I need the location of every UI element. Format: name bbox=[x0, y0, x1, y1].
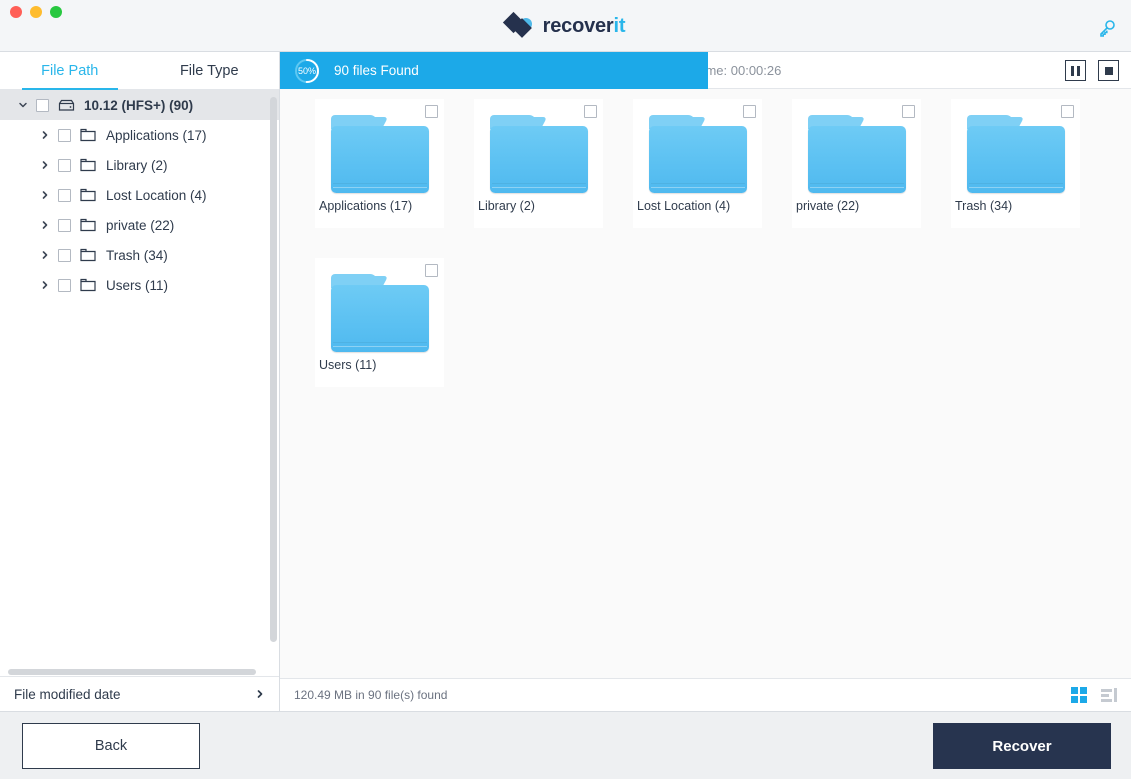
checkbox-applications[interactable] bbox=[58, 128, 71, 142]
list-view-icon[interactable] bbox=[1101, 687, 1117, 703]
footer-bar: Back Recover bbox=[0, 711, 1131, 779]
tree-row-users[interactable]: Users (11) bbox=[0, 270, 279, 300]
folder-icon bbox=[966, 115, 1065, 193]
tree-label-root-drive: 10.12 (HFS+) (90) bbox=[84, 97, 194, 113]
progress-ring-icon: 50% bbox=[294, 58, 320, 84]
sidebar-vertical-scrollbar[interactable] bbox=[270, 97, 277, 642]
file-card[interactable]: Applications (17) bbox=[315, 99, 444, 228]
tab-file-type[interactable]: File Type bbox=[140, 52, 280, 89]
files-found-label: 90 files Found bbox=[334, 63, 419, 78]
file-name-label: Applications (17) bbox=[319, 199, 413, 213]
stop-scan-button[interactable] bbox=[1098, 60, 1119, 81]
folder-icon bbox=[79, 128, 97, 142]
file-modified-date-filter[interactable]: File modified date bbox=[0, 676, 279, 711]
pause-scan-button[interactable] bbox=[1065, 60, 1086, 81]
left-sidebar: File Path File Type 10.12 (HFS+) (90) Ap… bbox=[0, 52, 280, 711]
recover-button[interactable]: Recover bbox=[933, 723, 1111, 769]
logo-text-primary: recover bbox=[542, 14, 614, 37]
checkbox-users[interactable] bbox=[58, 278, 71, 292]
chevron-down-icon[interactable] bbox=[16, 100, 30, 110]
checkbox-lost-location[interactable] bbox=[58, 188, 71, 202]
sidebar-horizontal-scrollbar[interactable] bbox=[8, 669, 256, 675]
view-mode-toggles bbox=[1071, 687, 1117, 703]
back-button[interactable]: Back bbox=[22, 723, 200, 769]
title-bar: recoverit bbox=[0, 0, 1131, 52]
chevron-right-icon[interactable] bbox=[38, 280, 52, 290]
app-logo: recoverit bbox=[0, 0, 1131, 52]
folder-icon bbox=[807, 115, 906, 193]
folder-icon bbox=[79, 158, 97, 172]
folder-icon bbox=[330, 115, 429, 193]
file-card[interactable]: Lost Location (4) bbox=[633, 99, 762, 228]
file-modified-date-label: File modified date bbox=[14, 686, 121, 702]
sidebar-tabs: File Path File Type bbox=[0, 52, 279, 90]
folder-icon bbox=[330, 274, 429, 352]
file-card[interactable]: private (22) bbox=[792, 99, 921, 228]
tree-row-applications[interactable]: Applications (17) bbox=[0, 120, 279, 150]
recoverit-logo-icon bbox=[502, 11, 534, 39]
scan-control-buttons bbox=[1065, 60, 1119, 81]
checkbox-private[interactable] bbox=[58, 218, 71, 232]
app-logo-text: recoverit bbox=[543, 15, 626, 38]
file-name-label: private (22) bbox=[796, 199, 860, 213]
stop-icon bbox=[1104, 66, 1113, 75]
recoverit-app-window: recoverit File Path File Type 10.12 (HFS… bbox=[0, 0, 1131, 779]
chevron-right-icon[interactable] bbox=[38, 130, 52, 140]
file-name-label: Trash (34) bbox=[955, 199, 1013, 213]
status-bar: 120.49 MB in 90 file(s) found bbox=[280, 678, 1131, 711]
tab-file-path[interactable]: File Path bbox=[0, 52, 140, 90]
folder-icon bbox=[79, 218, 97, 232]
chevron-right-icon[interactable] bbox=[38, 190, 52, 200]
tree-label-lost-location: Lost Location (4) bbox=[106, 187, 207, 203]
chevron-right-icon[interactable] bbox=[255, 689, 265, 699]
grid-view-icon[interactable] bbox=[1071, 687, 1087, 703]
drive-icon bbox=[57, 99, 75, 112]
folder-icon bbox=[79, 248, 97, 262]
checkbox-root-drive[interactable] bbox=[36, 98, 49, 112]
checkbox-library[interactable] bbox=[58, 158, 71, 172]
file-results-grid: Applications (17) Library (2) Lost Locat… bbox=[280, 90, 1131, 678]
folder-icon bbox=[648, 115, 747, 193]
logo-text-accent: it bbox=[613, 14, 626, 37]
tree-row-private[interactable]: private (22) bbox=[0, 210, 279, 240]
key-icon[interactable] bbox=[1097, 18, 1117, 38]
file-card[interactable]: Library (2) bbox=[474, 99, 603, 228]
chevron-right-icon[interactable] bbox=[38, 220, 52, 230]
chevron-right-icon[interactable] bbox=[38, 160, 52, 170]
pause-icon bbox=[1071, 65, 1080, 76]
chevron-right-icon[interactable] bbox=[38, 250, 52, 260]
file-name-label: Library (2) bbox=[478, 199, 535, 213]
file-card[interactable]: Trash (34) bbox=[951, 99, 1080, 228]
folder-icon bbox=[79, 278, 97, 292]
file-name-label: Users (11) bbox=[319, 358, 377, 372]
folder-icon bbox=[489, 115, 588, 193]
tree-row-root-drive[interactable]: 10.12 (HFS+) (90) bbox=[0, 90, 279, 120]
file-path-tree: 10.12 (HFS+) (90) Applications (17) Libr… bbox=[0, 90, 279, 674]
status-summary-label: 120.49 MB in 90 file(s) found bbox=[294, 688, 448, 702]
tree-row-library[interactable]: Library (2) bbox=[0, 150, 279, 180]
file-card[interactable]: Users (11) bbox=[315, 258, 444, 387]
file-name-label: Lost Location (4) bbox=[637, 199, 731, 213]
checkbox-trash[interactable] bbox=[58, 248, 71, 262]
scan-progress-fill: 50% 90 files Found bbox=[280, 52, 708, 89]
tree-label-users: Users (11) bbox=[106, 277, 169, 293]
tree-label-trash: Trash (34) bbox=[106, 247, 168, 263]
progress-percent-label: 50% bbox=[297, 65, 316, 76]
tree-row-lost-location[interactable]: Lost Location (4) bbox=[0, 180, 279, 210]
tree-label-private: private (22) bbox=[106, 217, 175, 233]
main-content-panel: Remaining Time: 00:00:26 50% 90 files Fo… bbox=[280, 52, 1131, 711]
tree-label-applications: Applications (17) bbox=[106, 127, 207, 143]
folder-icon bbox=[79, 188, 97, 202]
tree-row-trash[interactable]: Trash (34) bbox=[0, 240, 279, 270]
scan-progress-bar: Remaining Time: 00:00:26 50% 90 files Fo… bbox=[280, 52, 1131, 89]
tree-label-library: Library (2) bbox=[106, 157, 168, 173]
